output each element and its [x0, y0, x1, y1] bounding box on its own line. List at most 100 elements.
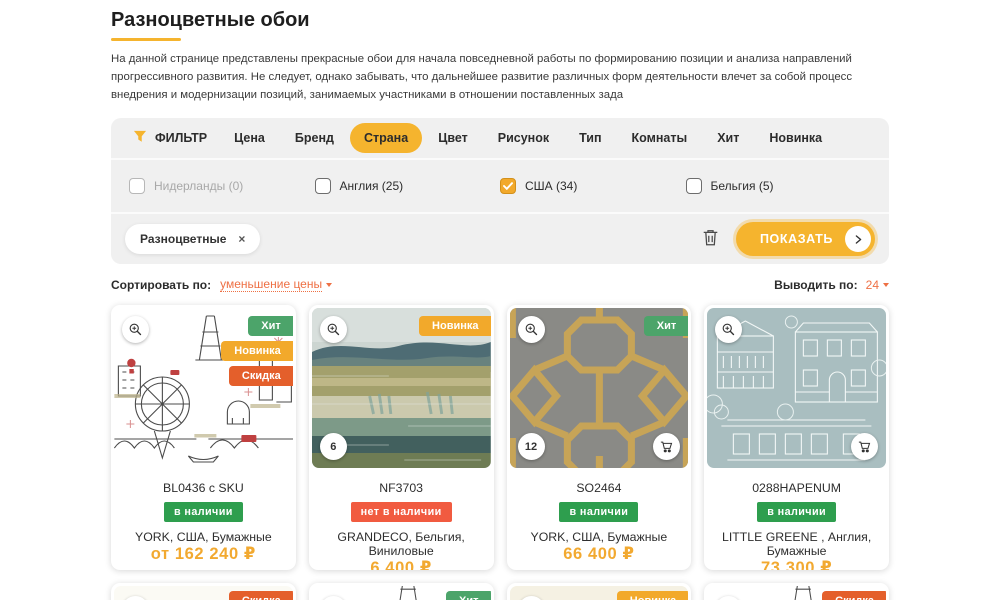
filter-tab[interactable]: Бренд [281, 123, 348, 153]
country-checkbox[interactable]: США (34) [500, 178, 686, 194]
per-page-control: Выводить по: 24 [774, 278, 889, 292]
stock-badge-wrap: нет в наличии [309, 495, 494, 522]
badge-stack: Скидка [822, 591, 886, 600]
page-title: Разноцветные обои [111, 9, 889, 32]
product-card[interactable]: Новинка 6 NF3703нет в наличии GRANDECO, Бел… [309, 305, 494, 570]
selected-filters-row: Разноцветные × ПОКАЗАТЬ [111, 214, 889, 264]
page-description: На данной странице представлены прекрасн… [111, 50, 903, 104]
product-image: Новинка 6 [312, 308, 491, 468]
checkbox-icon[interactable] [315, 178, 331, 194]
product-info: LITTLE GREENE , Англия, Бумажные [704, 530, 889, 558]
product-code: SO2464 [507, 481, 692, 495]
filter-header: ФИЛЬТР [121, 130, 219, 146]
product-code: 0288HAPENUM [704, 481, 889, 495]
zoom-preview-button[interactable] [122, 316, 149, 343]
product-card[interactable]: Хит Новинка Скидка BL0436 с SKU в наличии YOR… [111, 305, 296, 570]
product-info: YORK, США, Бумажные [507, 530, 692, 544]
stock-badge: в наличии [757, 502, 836, 522]
badge-stack: Хит Новинка Скидка [221, 316, 292, 386]
product-image: Хит12 [510, 308, 689, 468]
selected-filter-label: Разноцветные [140, 232, 226, 246]
title-underline [111, 38, 181, 41]
product-image: Скидка [707, 586, 886, 600]
country-checkbox-label: Нидерланды (0) [154, 179, 243, 193]
filter-tab[interactable]: Рисунок [484, 123, 563, 153]
selected-filter-tag[interactable]: Разноцветные × [125, 224, 260, 254]
product-card[interactable]: Хит12 SO2464 в наличии YORK, США, Бумажные6… [507, 305, 692, 570]
stock-badge-wrap: в наличии [704, 495, 889, 522]
badge-stack: Новинка [617, 591, 688, 600]
add-to-cart-button[interactable] [851, 433, 878, 460]
zoom-preview-button[interactable] [518, 316, 545, 343]
funnel-icon [133, 130, 147, 146]
show-results-label: ПОКАЗАТЬ [760, 232, 833, 246]
checkbox-icon[interactable] [686, 178, 702, 194]
per-page-select[interactable]: 24 [866, 278, 889, 292]
product-badge: Скидка [822, 591, 886, 600]
product-badge: Скидка [229, 591, 293, 600]
product-card[interactable]: 0288HAPENUM в наличии LITTLE GREENE , Англ… [704, 305, 889, 570]
product-image: Новинка [510, 586, 689, 600]
filter-tab[interactable]: Тип [565, 123, 615, 153]
product-image: Хит Новинка Скидка [114, 308, 293, 468]
product-price: от 162 240 ₽ [111, 544, 296, 564]
sort-label: Сортировать по: [111, 278, 211, 292]
country-checkbox-label: США (34) [525, 179, 577, 193]
product-image [707, 308, 886, 468]
product-price: 6 400 ₽ [309, 558, 494, 570]
product-badge: Хит [446, 591, 491, 600]
filter-tab[interactable]: Цена [220, 123, 279, 153]
country-checkbox[interactable]: Бельгия (5) [686, 178, 872, 194]
product-image: Хит [312, 586, 491, 600]
country-checkbox: Нидерланды (0) [129, 178, 315, 194]
variant-count-badge: 6 [320, 433, 347, 460]
product-card-partial[interactable]: Скидка [704, 583, 889, 600]
product-price: 73 300 ₽ [704, 558, 889, 570]
product-badge: Новинка [221, 341, 292, 361]
stock-badge: в наличии [559, 502, 638, 522]
product-info: YORK, США, Бумажные [111, 530, 296, 544]
filter-tab[interactable]: Страна [350, 123, 422, 153]
product-code: NF3703 [309, 481, 494, 495]
zoom-preview-button[interactable] [320, 316, 347, 343]
product-price: 66 400 ₽ [507, 544, 692, 564]
country-checkbox-label: Бельгия (5) [711, 179, 774, 193]
filter-tab[interactable]: Новинка [755, 123, 836, 153]
filter-tab[interactable]: Хит [703, 123, 753, 153]
toolbar: Сортировать по: уменьшение цены Выводить… [111, 277, 889, 292]
stock-badge-wrap: в наличии [507, 495, 692, 522]
filter-tabs-row: ФИЛЬТР ЦенаБрендСтранаЦветРисунокТипКомн… [111, 118, 889, 158]
product-card-partial[interactable]: Новинка [507, 583, 692, 600]
filter-tab[interactable]: Комнаты [618, 123, 702, 153]
product-badge: Новинка [617, 591, 688, 600]
page: Разноцветные обои На данной странице пре… [111, 9, 889, 600]
show-results-button[interactable]: ПОКАЗАТЬ [736, 222, 875, 256]
product-badge: Хит [644, 316, 689, 336]
filter-actions: ПОКАЗАТЬ [702, 222, 875, 256]
badge-stack: Новинка [419, 316, 490, 336]
product-badge: Хит [248, 316, 293, 336]
caret-down-icon [883, 283, 889, 287]
checkbox-icon [129, 178, 145, 194]
chevron-right-icon [845, 226, 871, 252]
filter-tab[interactable]: Цвет [424, 123, 482, 153]
country-checkbox-label: Англия (25) [340, 179, 404, 193]
product-badge: Скидка [229, 366, 293, 386]
checkbox-checked-icon[interactable] [500, 178, 516, 194]
caret-down-icon [326, 283, 332, 287]
product-info: GRANDECO, Бельгия, Виниловые [309, 530, 494, 558]
clear-filters-button[interactable] [702, 228, 719, 250]
remove-tag-icon[interactable]: × [238, 233, 245, 245]
product-card-partial[interactable]: Скидка [111, 583, 296, 600]
filter-label: ФИЛЬТР [155, 131, 207, 145]
filter-panel: ФИЛЬТР ЦенаБрендСтранаЦветРисунокТипКомн… [111, 118, 889, 264]
country-filter-row: Нидерланды (0) Англия (25) США (34) Бельгия… [111, 160, 889, 212]
stock-badge: в наличии [164, 502, 243, 522]
trash-icon [702, 228, 719, 250]
country-checkbox[interactable]: Англия (25) [315, 178, 501, 194]
per-page-label: Выводить по: [774, 278, 857, 292]
product-card-partial[interactable]: Хит [309, 583, 494, 600]
sort-select[interactable]: уменьшение цены [220, 277, 332, 292]
product-image: Скидка [114, 586, 293, 600]
product-code: BL0436 с SKU [111, 481, 296, 495]
